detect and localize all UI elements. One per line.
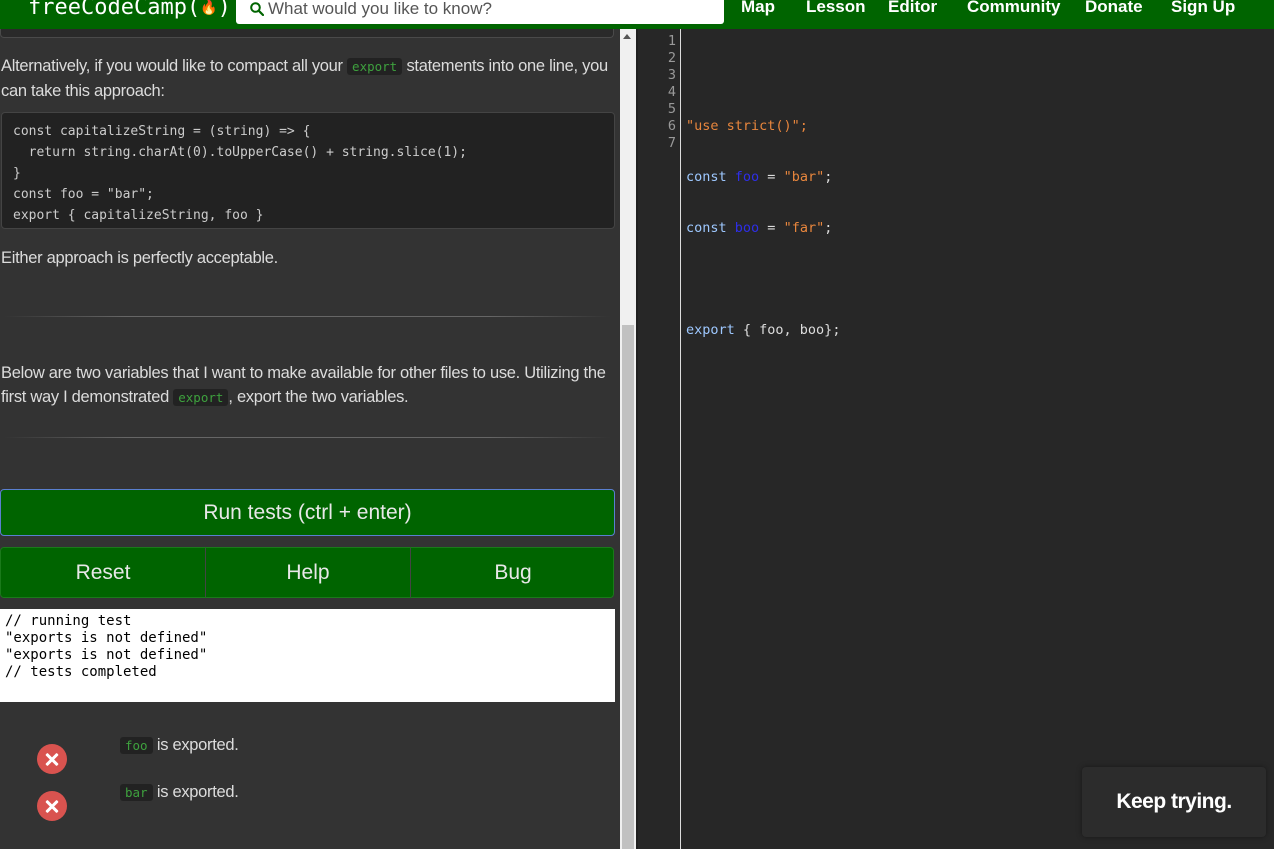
line-number: 2 (667, 50, 676, 66)
reset-button[interactable]: Reset (1, 548, 205, 597)
previous-code-block (0, 29, 614, 38)
divider (4, 316, 610, 317)
search-icon (250, 2, 264, 16)
line-number: 1 (667, 33, 676, 49)
line-number: 6 (667, 118, 676, 134)
bug-button[interactable]: Bug (411, 548, 613, 597)
code-editor[interactable]: 1 2 3 4 5 6 7 "use strict()"; const foo … (638, 29, 1274, 849)
help-button[interactable]: Help (206, 548, 410, 597)
fail-icon (37, 791, 67, 821)
action-button-group: Reset Help Bug (0, 547, 614, 598)
test-description: bar is exported. (120, 783, 239, 802)
logo-text: freeCodeCamp( (28, 0, 201, 20)
navbar: freeCodeCamp(🔥) Map Lesson Editor Commun… (0, 0, 1274, 29)
nav-link-community[interactable]: Community (967, 0, 1061, 17)
code-content[interactable]: "use strict()"; const foo = "bar"; const… (686, 33, 840, 424)
scrollbar-thumb[interactable] (622, 325, 634, 849)
line-number: 3 (667, 67, 676, 83)
freecodecamp-logo[interactable]: freeCodeCamp(🔥) (28, 0, 231, 22)
flame-icon: 🔥 (200, 0, 218, 16)
nav-link-editor[interactable]: Editor (888, 0, 937, 17)
fail-icon (37, 744, 67, 774)
test-output-console: // running test "exports is not defined"… (0, 609, 615, 702)
line-number-gutter: 1 2 3 4 5 6 7 (638, 29, 681, 849)
nav-link-lesson[interactable]: Lesson (806, 0, 866, 17)
test-item: foo is exported. (0, 736, 600, 774)
lesson-pane: Alternatively, if you would like to comp… (0, 29, 620, 849)
line-number: 4 (667, 84, 676, 100)
scroll-up-arrow-icon[interactable] (623, 34, 631, 39)
nav-link-donate[interactable]: Donate (1085, 0, 1143, 17)
inline-code: export (173, 389, 229, 406)
test-description: foo is exported. (120, 736, 239, 755)
lesson-paragraph-1: Alternatively, if you would like to comp… (1, 57, 608, 100)
run-tests-button[interactable]: Run tests (ctrl + enter) (0, 489, 615, 536)
search-input[interactable] (268, 0, 718, 21)
nav-link-map[interactable]: Map (741, 0, 775, 17)
lesson-paragraph-2: Either approach is perfectly acceptable. (1, 249, 278, 267)
code-line: const foo = "bar"; (686, 169, 833, 185)
divider (4, 437, 610, 438)
logo-end: ) (217, 0, 231, 20)
lesson-instructions: Below are two variables that I want to m… (1, 364, 606, 406)
code-line: export { foo, boo}; (686, 322, 841, 338)
line-number: 7 (667, 135, 676, 151)
search-box (236, 0, 724, 24)
line-number: 5 (667, 101, 676, 117)
code-line: const boo = "far"; (686, 220, 833, 236)
inline-code: export (347, 58, 403, 75)
nav-link-sign-up[interactable]: Sign Up (1171, 0, 1235, 17)
keep-trying-toast[interactable]: Keep trying. (1082, 767, 1266, 837)
lesson-scrollbar[interactable] (620, 29, 636, 849)
example-code-block: const capitalizeString = (string) => { r… (1, 112, 615, 229)
code-line: "use strict()"; (686, 118, 808, 134)
test-item: bar is exported. (0, 783, 600, 821)
